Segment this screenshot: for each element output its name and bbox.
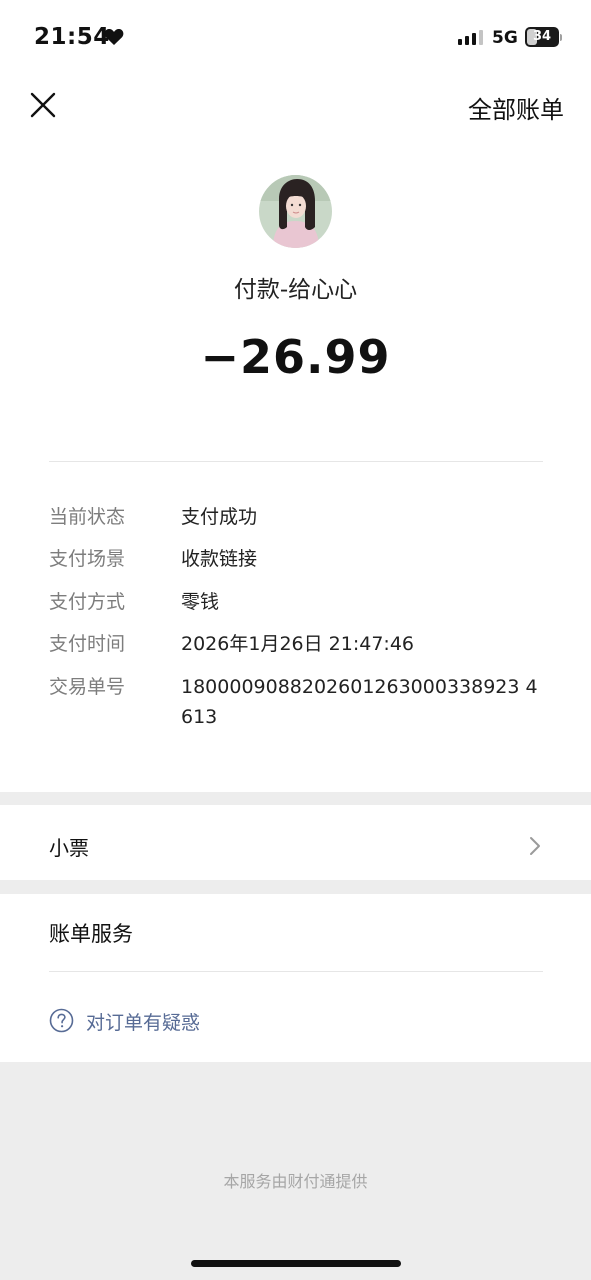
network-label: 5G <box>492 28 518 48</box>
transaction-id[interactable]: 1800009088202601263000338923 4613 <box>181 672 546 732</box>
detail-value: 零钱 <box>181 591 220 613</box>
divider <box>49 461 543 462</box>
question-circle-icon <box>49 1008 74 1033</box>
chevron-right-icon[interactable] <box>528 835 542 857</box>
detail-label: 当前状态 <box>49 506 126 528</box>
bill-detail-page: 21:54 5G 34 全部账单 付款-给心心 −26.99 当前状态 支付成功… <box>0 0 591 1280</box>
close-icon[interactable] <box>26 88 60 122</box>
payee-name: 付款-给心心 <box>233 277 358 303</box>
detail-value: 2026年1月26日 21:47:46 <box>181 633 414 655</box>
footer-provider-text: 本服务由财付通提供 <box>223 1172 368 1191</box>
amount: −26.99 <box>200 330 391 384</box>
detail-label: 交易单号 <box>49 676 126 698</box>
signal-icon <box>458 30 483 45</box>
battery-icon: 34 <box>525 27 562 47</box>
status-time: 21:54 <box>34 24 110 50</box>
heart-icon <box>104 28 124 45</box>
battery-percent: 34 <box>532 29 552 44</box>
bill-service-title: 账单服务 <box>49 922 133 946</box>
detail-label: 支付场景 <box>49 548 126 570</box>
bill-service-section: 账单服务 对订单有疑惑 <box>0 894 591 1062</box>
receipt-row[interactable]: 小票 <box>0 805 591 880</box>
detail-value: 支付成功 <box>181 506 258 528</box>
divider <box>49 971 543 972</box>
order-question-label: 对订单有疑惑 <box>86 1012 201 1034</box>
avatar <box>259 175 332 248</box>
all-bills-link[interactable]: 全部账单 <box>468 90 564 125</box>
detail-label: 支付时间 <box>49 633 126 655</box>
detail-label: 支付方式 <box>49 591 126 613</box>
receipt-label: 小票 <box>49 836 89 860</box>
home-indicator[interactable] <box>191 1260 401 1267</box>
detail-value: 收款链接 <box>181 548 258 570</box>
